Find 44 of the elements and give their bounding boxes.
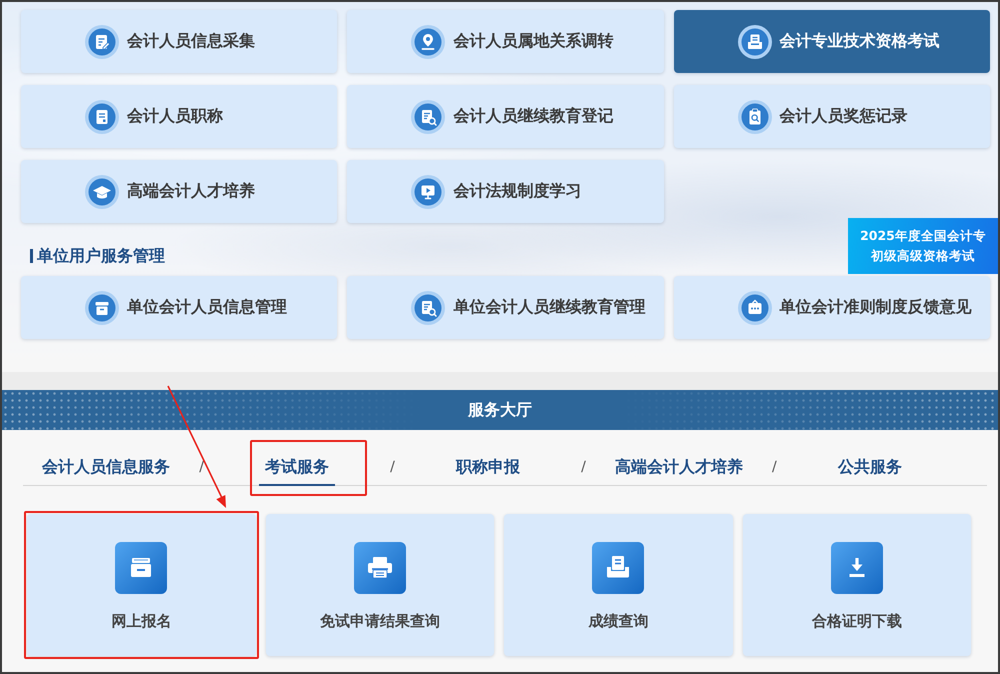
tab-separator: / bbox=[772, 458, 777, 477]
edit-document-icon bbox=[85, 24, 119, 58]
download-icon bbox=[830, 542, 883, 594]
printer-icon bbox=[354, 542, 406, 594]
banner-text: 初级高级资格考试 bbox=[871, 247, 975, 265]
location-pin-icon bbox=[411, 24, 446, 58]
service-card[interactable]: 高端会计人才培养 bbox=[21, 160, 338, 223]
document-tray-icon bbox=[738, 24, 772, 58]
service-card[interactable]: 单位会计人员继续教育管理 bbox=[347, 276, 664, 339]
service-card[interactable]: 免试申请结果查询 bbox=[266, 514, 494, 656]
document-search-icon bbox=[411, 290, 446, 324]
service-card[interactable]: 合格证明下载 bbox=[742, 514, 971, 656]
document-icon bbox=[85, 100, 119, 134]
category-tab[interactable]: 公共服务 bbox=[832, 456, 908, 486]
tab-separator: / bbox=[390, 458, 395, 477]
banner-text: 2025年度全国会计专 bbox=[860, 227, 986, 245]
graduation-cap-icon bbox=[85, 174, 119, 208]
category-tab[interactable]: 会计人员信息服务 bbox=[36, 456, 176, 486]
category-tab[interactable]: 职称申报 bbox=[450, 456, 526, 486]
service-card[interactable]: 会计专业技术资格考试 bbox=[674, 10, 990, 73]
tab-separator: / bbox=[581, 458, 586, 477]
service-card[interactable]: 会计人员继续教育登记 bbox=[347, 85, 664, 148]
service-card[interactable]: 单位会计准则制度反馈意见 bbox=[674, 276, 990, 339]
service-card[interactable]: 会计人员职称 bbox=[21, 85, 338, 148]
tab-separator: / bbox=[199, 458, 204, 477]
document-tray-icon bbox=[592, 542, 644, 594]
category-tab[interactable]: 高端会计人才培养 bbox=[608, 456, 749, 486]
document-search-icon bbox=[411, 100, 446, 134]
section-title: 服务大厅 bbox=[468, 399, 532, 421]
heading-bar-icon bbox=[30, 249, 33, 263]
clipboard-search-icon bbox=[738, 100, 772, 134]
video-play-icon bbox=[411, 174, 446, 208]
service-card[interactable]: 网上报名 bbox=[27, 514, 256, 656]
archive-box-icon bbox=[115, 542, 168, 594]
service-card[interactable]: 会计法规制度学习 bbox=[347, 160, 664, 223]
service-card[interactable]: 成绩查询 bbox=[504, 514, 732, 656]
archive-box-icon bbox=[85, 290, 119, 324]
service-card[interactable]: 会计人员信息采集 bbox=[21, 10, 338, 73]
service-card[interactable]: 会计人员属地关系调转 bbox=[347, 10, 664, 73]
section-heading: 单位用户服务管理 bbox=[37, 246, 165, 266]
service-card[interactable]: 单位会计人员信息管理 bbox=[21, 276, 338, 339]
chat-box-icon bbox=[738, 290, 772, 324]
category-tab[interactable]: 考试服务 bbox=[259, 456, 336, 486]
service-card[interactable]: 会计人员奖惩记录 bbox=[674, 85, 990, 148]
